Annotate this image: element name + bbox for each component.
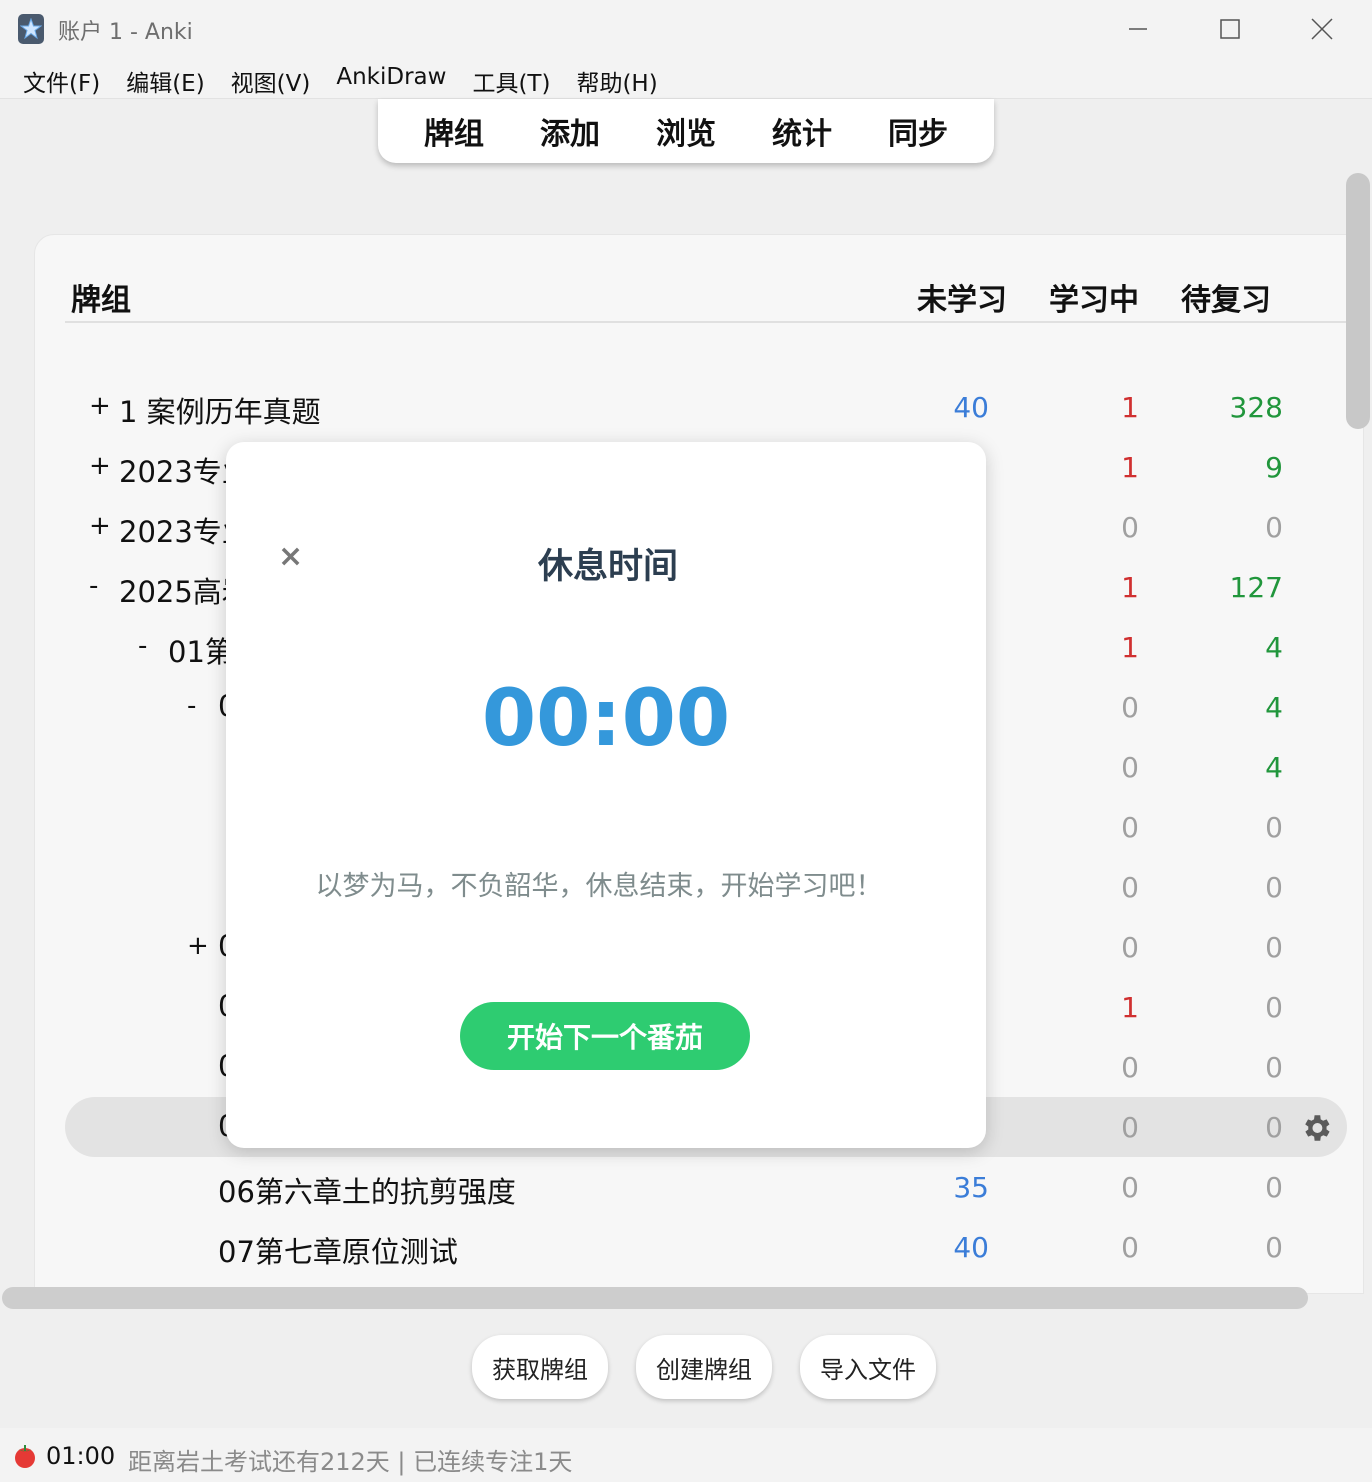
deck-name[interactable]: 07第七章原位测试 [218, 1229, 458, 1271]
dialog-message: 以梦为马，不负韶华，休息结束，开始学习吧！ [315, 871, 883, 902]
deck-count-learning: 1 [1121, 631, 1139, 664]
status-bar: 01:00 距离岩土考试还有212天 | 已连续专注1天 [0, 1428, 1372, 1482]
deck-count-due: 328 [1229, 391, 1283, 424]
deck-count-new: 40 [953, 391, 989, 424]
deck-count-due: 0 [1265, 1111, 1283, 1144]
deck-count-learning: 1 [1121, 391, 1139, 424]
horizontal-scrollbar[interactable] [2, 1287, 1308, 1309]
deck-expander[interactable]: + [89, 511, 111, 541]
deck-count-learning: 0 [1121, 811, 1139, 844]
deck-count-learning: 1 [1121, 571, 1139, 604]
deck-count-new: 35 [953, 1171, 989, 1204]
deck-count-learning: 0 [1121, 1171, 1139, 1204]
deck-row[interactable]: 07第七章原位测试 40 0 0 [65, 1217, 1347, 1277]
deck-count-due: 4 [1265, 751, 1283, 784]
toolbar-browse[interactable]: 浏览 [656, 109, 716, 153]
menu-help[interactable]: 帮助(H) [563, 58, 670, 98]
toolbar-stats[interactable]: 统计 [772, 109, 832, 153]
toolbar-sync[interactable]: 同步 [888, 109, 948, 153]
deck-row[interactable]: 06第六章土的抗剪强度 35 0 0 [65, 1157, 1347, 1217]
start-next-pomodoro-button[interactable]: 开始下一个番茄 [460, 1002, 750, 1070]
window-title: 账户 1 - Anki [58, 20, 193, 45]
deck-count-learning: 0 [1121, 691, 1139, 724]
vertical-scrollbar[interactable] [1346, 173, 1370, 429]
deck-name[interactable]: 1 案例历年真题 [119, 389, 321, 431]
deck-count-due: 0 [1265, 511, 1283, 544]
status-message: 距离岩土考试还有212天 | 已连续专注1天 [128, 1448, 573, 1476]
title-bar: 账户 1 - Anki [0, 0, 1372, 58]
maximize-icon [1220, 19, 1240, 39]
deck-row[interactable]: +1 案例历年真题 40 1 328 [65, 377, 1347, 437]
create-deck-button[interactable]: 创建牌组 [636, 1335, 772, 1399]
menu-view[interactable]: 视图(V) [218, 58, 324, 98]
menu-file[interactable]: 文件(F) [10, 58, 113, 98]
anki-app-icon [18, 14, 44, 44]
deck-expander[interactable]: - [89, 571, 98, 601]
deck-name[interactable]: 06第六章土的抗剪强度 [218, 1169, 516, 1211]
deck-count-learning: 1 [1121, 991, 1139, 1024]
toolbar-decks[interactable]: 牌组 [424, 109, 484, 153]
minimize-icon [1129, 28, 1147, 30]
deck-expander[interactable]: - [187, 691, 196, 721]
deck-count-learning: 0 [1121, 511, 1139, 544]
deck-count-due: 0 [1265, 871, 1283, 904]
toolbar-add[interactable]: 添加 [540, 109, 600, 153]
menu-edit[interactable]: 编辑(E) [113, 58, 217, 98]
deck-name[interactable]: 01第 [168, 629, 234, 671]
deck-count-due: 0 [1265, 931, 1283, 964]
deck-count-due: 127 [1229, 571, 1283, 604]
deck-count-learning: 0 [1121, 1051, 1139, 1084]
deck-expander[interactable]: + [89, 451, 111, 481]
close-window-button[interactable] [1292, 8, 1352, 50]
deck-table-header: 牌组 未学习 学习中 待复习 [65, 235, 1363, 323]
deck-expander[interactable]: + [187, 931, 209, 961]
menu-ankidraw[interactable]: AnkiDraw [323, 58, 459, 98]
deck-expander[interactable]: + [89, 391, 111, 421]
minimize-button[interactable] [1108, 8, 1168, 50]
break-countdown: 00:00 [481, 674, 731, 764]
close-icon [1311, 18, 1333, 40]
deck-count-learning: 0 [1121, 751, 1139, 784]
deck-count-due: 0 [1265, 1231, 1283, 1264]
deck-count-due: 0 [1265, 811, 1283, 844]
deck-count-due: 0 [1265, 991, 1283, 1024]
header-learning: 学习中 [1049, 283, 1139, 318]
tomato-icon[interactable] [12, 1444, 38, 1468]
header-deck: 牌组 [71, 283, 131, 318]
deck-count-learning: 1 [1121, 451, 1139, 484]
menu-bar: 文件(F) 编辑(E) 视图(V) AnkiDraw 工具(T) 帮助(H) [0, 58, 1372, 98]
import-file-button[interactable]: 导入文件 [800, 1335, 936, 1399]
deck-count-new: 40 [953, 1231, 989, 1264]
deck-count-due: 0 [1265, 1051, 1283, 1084]
deck-count-learning: 0 [1121, 871, 1139, 904]
header-due: 待复习 [1181, 283, 1271, 318]
deck-count-due: 9 [1265, 451, 1283, 484]
deck-count-due: 4 [1265, 691, 1283, 724]
deck-count-learning: 0 [1121, 1111, 1139, 1144]
deck-expander[interactable]: - [138, 631, 147, 661]
header-new: 未学习 [917, 283, 1007, 318]
maximize-button[interactable] [1200, 8, 1260, 50]
gear-icon[interactable] [1299, 1111, 1333, 1145]
deck-count-due: 0 [1265, 1171, 1283, 1204]
pomodoro-timer: 01:00 [46, 1442, 116, 1470]
dialog-title: 休息时间 [537, 547, 678, 587]
get-shared-button[interactable]: 获取牌组 [472, 1335, 608, 1399]
menu-tools[interactable]: 工具(T) [459, 58, 563, 98]
top-toolbar: 牌组 添加 浏览 统计 同步 [378, 99, 994, 163]
deck-count-due: 4 [1265, 631, 1283, 664]
break-dialog: × 休息时间 00:00 以梦为马，不负韶华，休息结束，开始学习吧！ 开始下一个… [226, 442, 986, 1148]
deck-count-learning: 0 [1121, 931, 1139, 964]
deck-count-learning: 0 [1121, 1231, 1139, 1264]
bottom-buttons: 获取牌组 创建牌组 导入文件 [0, 1335, 1372, 1399]
